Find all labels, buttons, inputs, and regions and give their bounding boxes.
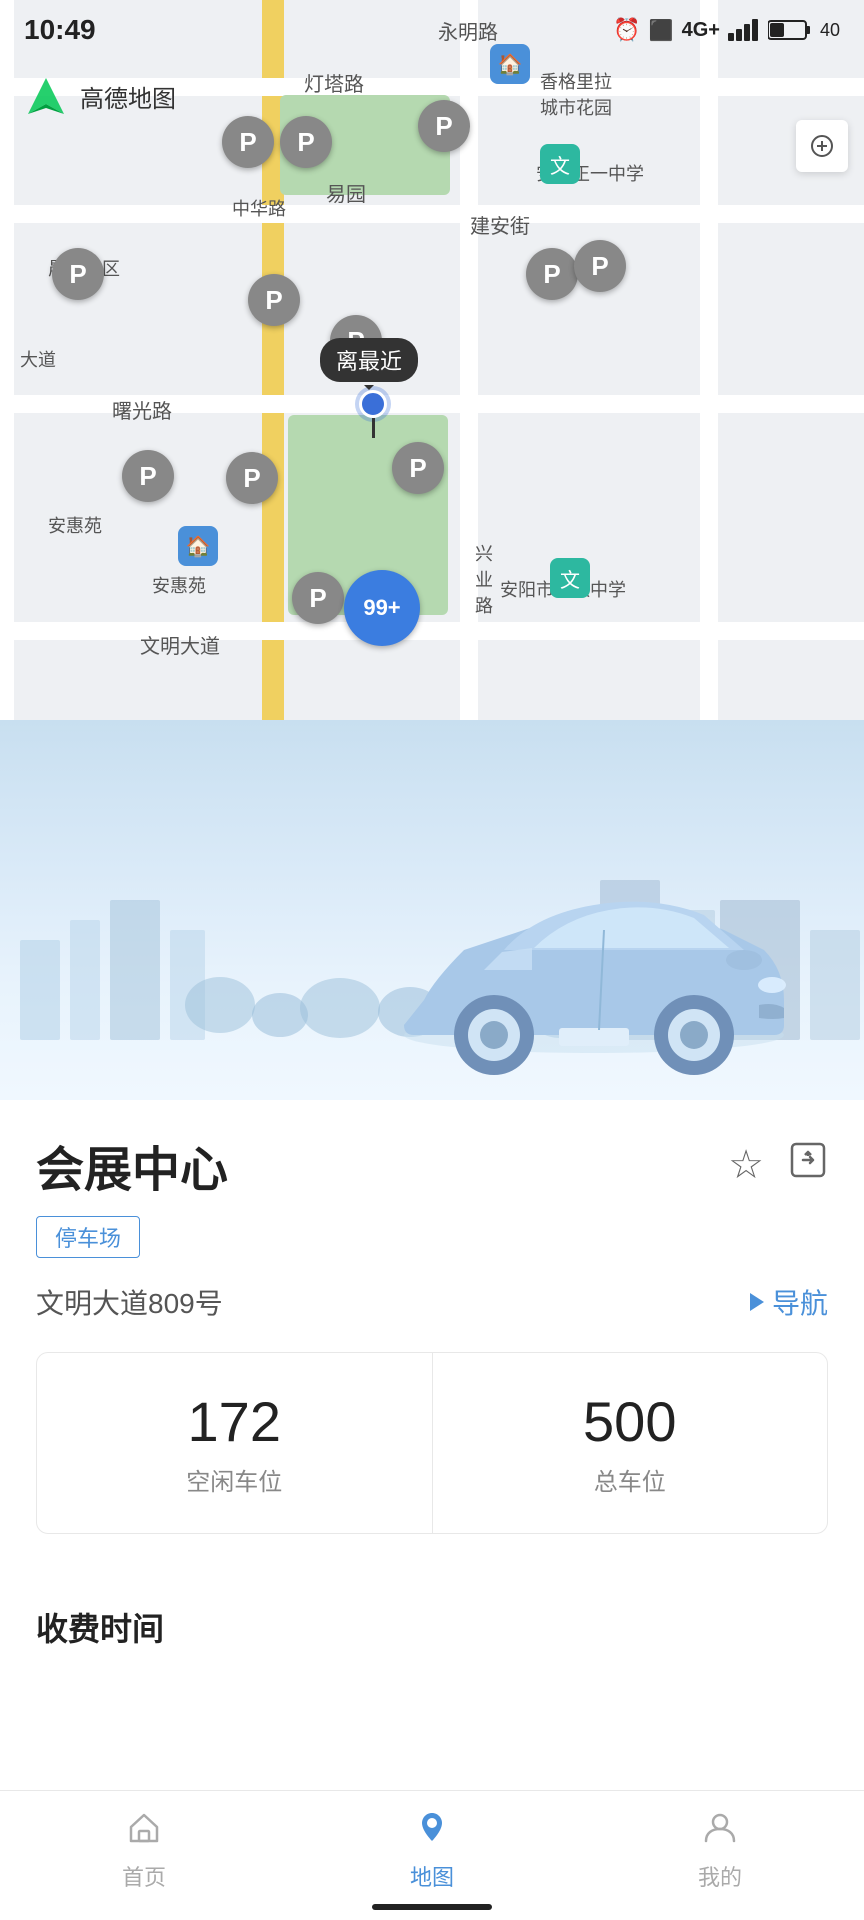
label-shangri: 香格里拉城市花园 bbox=[540, 68, 612, 120]
nav-arrow-icon bbox=[750, 1293, 764, 1311]
parking-3[interactable]: P bbox=[418, 100, 470, 152]
parking-11[interactable]: P bbox=[292, 572, 344, 624]
poi-anhuiyuan: 🏠 bbox=[178, 526, 218, 566]
network-label: 4G+ bbox=[682, 19, 720, 42]
header-actions: ☆ bbox=[728, 1140, 828, 1190]
parking-1[interactable]: P bbox=[222, 116, 274, 168]
label-yiyuan: 易园 bbox=[326, 178, 366, 207]
address-row: 文明大道809号 导航 bbox=[36, 1282, 828, 1322]
parking-8[interactable]: P bbox=[574, 240, 626, 292]
status-time: 10:49 bbox=[24, 14, 96, 46]
nav-label-home: 首页 bbox=[122, 1860, 166, 1892]
bottom-nav: 首页 地图 我的 bbox=[0, 1790, 864, 1920]
place-header: 会展中心 ☆ bbox=[36, 1130, 828, 1200]
address-text: 文明大道809号 bbox=[36, 1282, 223, 1322]
stat-total-spaces: 500 总车位 bbox=[432, 1353, 828, 1533]
poi-school2: 文 bbox=[550, 558, 590, 598]
home-icon bbox=[126, 1809, 162, 1854]
road-left-edge bbox=[0, 0, 14, 720]
status-icons: ⏰ ⬛ 4G+ 40 bbox=[613, 17, 840, 43]
map-control-zoom[interactable] bbox=[796, 120, 848, 172]
parking-4[interactable]: P bbox=[52, 248, 104, 300]
road-label-dengta: 灯塔路 bbox=[304, 68, 364, 97]
parking-2[interactable]: P bbox=[280, 116, 332, 168]
nfc-icon: ⬛ bbox=[649, 18, 674, 43]
map-view[interactable]: 灯塔路 永明路 建安街 曙光路 文明大道 中华路 易园 晨曦小区 安惠苑 安惠苑… bbox=[0, 0, 864, 720]
stats-card: 172 空闲车位 500 总车位 bbox=[36, 1352, 828, 1534]
place-tag: 停车场 bbox=[36, 1216, 140, 1258]
amap-label: 高德地图 bbox=[80, 79, 176, 114]
fee-section-title: 收费时间 bbox=[0, 1588, 864, 1666]
road-h4 bbox=[0, 622, 864, 640]
map-icon bbox=[414, 1809, 450, 1854]
road-h2 bbox=[0, 205, 864, 223]
total-spaces-number: 500 bbox=[453, 1389, 808, 1454]
road-label-jianan: 建安街 bbox=[470, 210, 530, 239]
road-label-shuguang: 曙光路 bbox=[112, 395, 172, 424]
detail-panel: 会展中心 ☆ 停车场 文明大道809号 bbox=[0, 720, 864, 1796]
parking-10[interactable]: P bbox=[226, 452, 278, 504]
status-bar: 10:49 ⏰ ⬛ 4G+ 40 bbox=[0, 0, 864, 60]
battery-icon bbox=[768, 19, 812, 41]
navigation-button[interactable]: 导航 bbox=[750, 1282, 828, 1322]
nearest-tooltip: 离最近 bbox=[320, 338, 418, 382]
tag-row: 停车场 bbox=[36, 1216, 828, 1258]
nav-item-profile[interactable]: 我的 bbox=[576, 1809, 864, 1902]
share-icon[interactable] bbox=[788, 1140, 828, 1190]
nav-item-map[interactable]: 地图 bbox=[288, 1809, 576, 1902]
info-section: 会展中心 ☆ 停车场 文明大道809号 bbox=[0, 1100, 864, 1588]
total-spaces-label: 总车位 bbox=[453, 1462, 808, 1497]
nav-label-map: 地图 bbox=[410, 1860, 454, 1892]
parking-5[interactable]: P bbox=[248, 274, 300, 326]
nav-label-profile: 我的 bbox=[698, 1860, 742, 1892]
user-icon bbox=[702, 1809, 738, 1854]
label-xingye: 兴业路 bbox=[475, 540, 493, 618]
poi-school1: 文 bbox=[540, 144, 580, 184]
place-title: 会展中心 bbox=[36, 1130, 228, 1200]
free-spaces-label: 空闲车位 bbox=[57, 1462, 412, 1497]
amap-logo: 高德地图 bbox=[20, 70, 176, 122]
label-dadao: 大道 bbox=[20, 346, 56, 372]
signal-icon bbox=[728, 19, 760, 41]
parking-9[interactable]: P bbox=[122, 450, 174, 502]
stat-free-spaces: 172 空闲车位 bbox=[37, 1353, 432, 1533]
road-label-wenming: 文明大道 bbox=[140, 630, 220, 659]
parking-badge-99[interactable]: 99+ bbox=[344, 570, 420, 646]
parking-7[interactable]: P bbox=[526, 248, 578, 300]
nav-label: 导航 bbox=[772, 1282, 828, 1322]
hero-image bbox=[0, 720, 864, 1100]
nav-item-home[interactable]: 首页 bbox=[0, 1809, 288, 1902]
home-indicator bbox=[372, 1904, 492, 1910]
car-illustration bbox=[384, 840, 804, 1090]
battery-label: 40 bbox=[820, 20, 840, 41]
alarm-icon: ⏰ bbox=[613, 17, 640, 43]
label-anhuiyuan1: 安惠苑 bbox=[48, 512, 102, 538]
road-label-zhonghua: 中华路 bbox=[232, 195, 286, 221]
location-marker: 离最近 bbox=[350, 390, 387, 438]
free-spaces-number: 172 bbox=[57, 1389, 412, 1454]
label-anhuiyuan2: 安惠苑 bbox=[152, 572, 206, 598]
parking-selected[interactable]: P bbox=[392, 442, 444, 494]
road-v3 bbox=[700, 0, 718, 720]
bookmark-icon[interactable]: ☆ bbox=[728, 1142, 764, 1188]
